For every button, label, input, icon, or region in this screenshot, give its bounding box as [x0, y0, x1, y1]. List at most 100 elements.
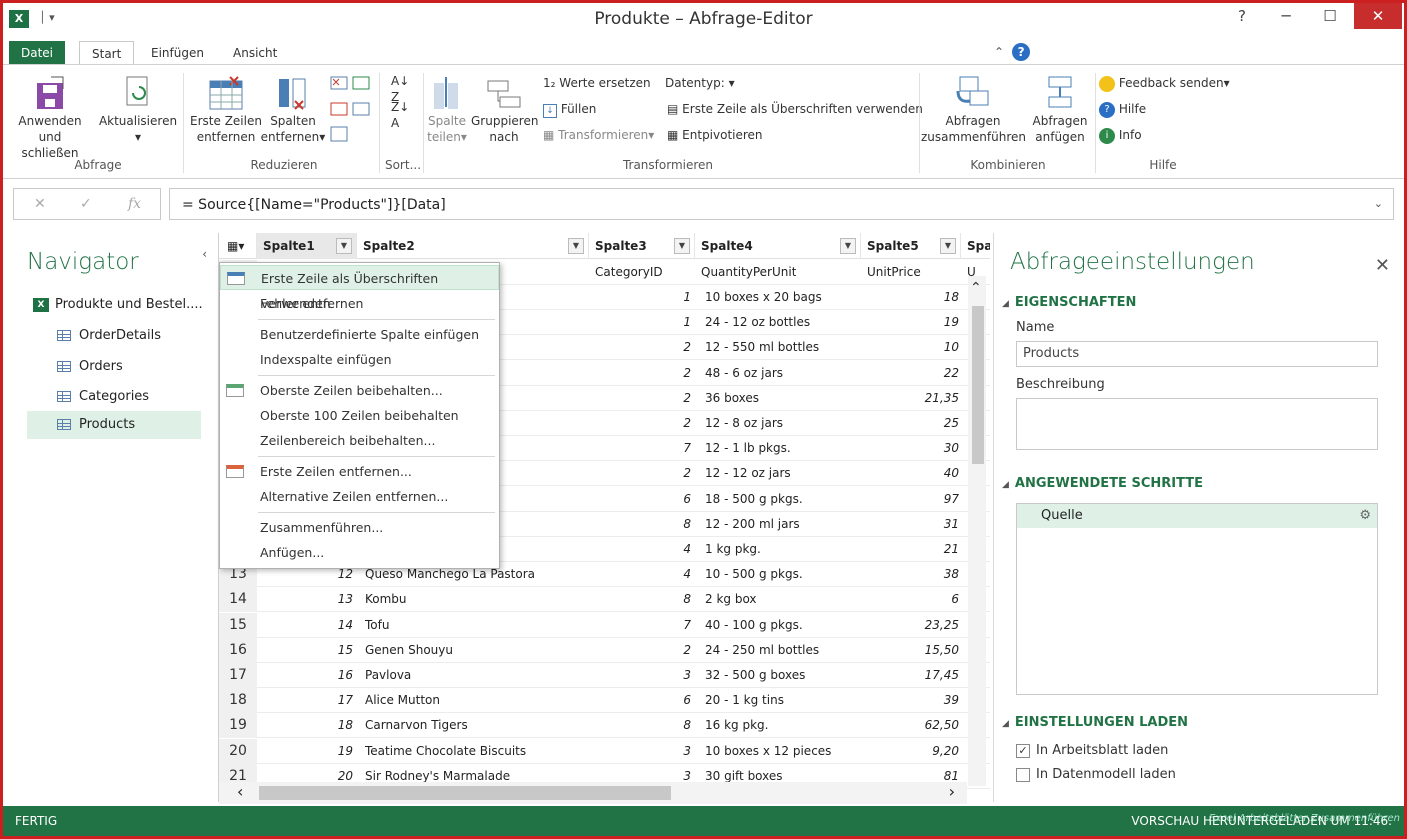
cell[interactable]: 40 — [867, 461, 963, 486]
applied-steps-section[interactable]: ◢ ANGEWENDETE SCHRITTE — [1002, 476, 1203, 491]
cell[interactable]: 15 — [257, 638, 357, 663]
feedback-button[interactable]: Feedback senden▾ — [1099, 75, 1230, 92]
menu-item-remove-errors[interactable]: Fehler entfernen — [220, 291, 499, 316]
properties-section[interactable]: ◢ EIGENSCHAFTEN — [1002, 295, 1136, 310]
chevron-down-icon[interactable]: ⌄ — [1374, 197, 1383, 210]
cell[interactable]: 8 — [595, 512, 695, 537]
cell[interactable]: UnitPrice — [867, 260, 921, 285]
cell[interactable]: 2 kg box — [701, 587, 861, 612]
formula-input[interactable]: = Source{[Name="Products"]}[Data] ⌄ — [169, 188, 1394, 220]
menu-item-keep-range[interactable]: Zeilenbereich beibehalten... — [220, 428, 499, 453]
cell[interactable]: 4 — [595, 562, 695, 587]
navigator-item-products[interactable]: Products — [27, 411, 201, 439]
help-icon[interactable]: ? — [1012, 43, 1031, 61]
menu-item-index-column[interactable]: Indexspalte einfügen — [220, 347, 499, 372]
close-settings-icon[interactable]: ✕ — [1375, 255, 1390, 276]
cell[interactable]: Carnarvon Tigers — [361, 713, 589, 738]
replace-values-button[interactable]: 1₂ Werte ersetzen — [543, 75, 651, 91]
row-number[interactable]: 16 — [219, 637, 257, 663]
cell[interactable]: 17 — [257, 688, 357, 713]
cell[interactable]: 1 kg pkg. — [701, 537, 861, 562]
navigator-item-orderdetails[interactable]: OrderDetails — [57, 322, 161, 350]
transform-button[interactable]: ▦ Transformieren▾ — [543, 127, 654, 143]
collapse-navigator-icon[interactable]: ‹ — [202, 247, 207, 261]
cell[interactable]: 24 - 250 ml bottles — [701, 638, 861, 663]
applied-step-source[interactable]: Quelle ⚙ — [1017, 504, 1377, 528]
cell[interactable]: Pavlova — [361, 663, 589, 688]
cell[interactable]: 12 - 8 oz jars — [701, 411, 861, 436]
cell[interactable]: QuantityPerUnit — [701, 260, 796, 285]
data-type-dropdown[interactable]: Datentyp: ▾ — [665, 75, 735, 91]
refresh-button[interactable]: Aktualisieren ▾ — [95, 75, 181, 145]
cell[interactable]: 4 — [595, 537, 695, 562]
gear-icon[interactable]: ⚙ — [1359, 504, 1371, 528]
cell[interactable]: 2 — [595, 461, 695, 486]
cell[interactable]: 39 — [867, 688, 963, 713]
description-field[interactable] — [1016, 398, 1378, 450]
cell[interactable]: 22 — [867, 361, 963, 386]
cell[interactable]: Alice Mutton — [361, 688, 589, 713]
row-number[interactable]: 14 — [219, 587, 257, 613]
menu-item-first-row-headers[interactable]: Erste Zeile als Überschriften verwenden — [220, 265, 499, 311]
close-button[interactable]: ✕ — [1354, 3, 1402, 29]
navigator-workbook[interactable]: X Produkte und Bestel.... — [33, 291, 203, 319]
fill-button[interactable]: ↓ Füllen — [543, 101, 596, 118]
collapse-ribbon-icon[interactable]: ⌃ — [994, 45, 1004, 59]
cell[interactable]: 6 — [595, 688, 695, 713]
cell[interactable]: 31 — [867, 512, 963, 537]
cell[interactable]: 19 — [867, 310, 963, 335]
menu-item-remove-top-rows[interactable]: Erste Zeilen entfernen... — [220, 459, 499, 484]
cell[interactable]: 15,50 — [867, 638, 963, 663]
maximize-button[interactable]: ☐ — [1310, 3, 1350, 29]
cell[interactable]: 25 — [867, 411, 963, 436]
cell[interactable]: 16 kg pkg. — [701, 713, 861, 738]
name-field[interactable]: Products — [1016, 341, 1378, 367]
cell[interactable]: 2 — [595, 638, 695, 663]
filter-dropdown-icon[interactable]: ▼ — [568, 238, 584, 254]
cell[interactable]: 3 — [595, 739, 695, 764]
filter-dropdown-icon[interactable]: ▼ — [940, 238, 956, 254]
cell[interactable]: 48 - 6 oz jars — [701, 361, 861, 386]
cell[interactable]: 6 — [867, 587, 963, 612]
cell[interactable]: 97 — [867, 487, 963, 512]
apply-close-button[interactable]: Anwenden und schließen — [9, 75, 91, 161]
scroll-left-icon[interactable]: ‹ — [237, 782, 243, 801]
menu-item-custom-column[interactable]: Benutzerdefinierte Spalte einfügen — [220, 322, 499, 347]
cell[interactable]: 1 — [595, 285, 695, 310]
column-header-spalte1[interactable]: Spalte1 ▼ — [257, 233, 357, 259]
cell[interactable]: 9,20 — [867, 739, 963, 764]
help-window-button[interactable]: ? — [1222, 3, 1262, 29]
cell[interactable]: 3 — [595, 663, 695, 688]
filter-dropdown-icon[interactable]: ▼ — [336, 238, 352, 254]
cell[interactable]: 12 - 550 ml bottles — [701, 335, 861, 360]
cell[interactable]: 12 - 200 ml jars — [701, 512, 861, 537]
cell[interactable]: 32 - 500 g boxes — [701, 663, 861, 688]
navigator-item-orders[interactable]: Orders — [57, 353, 123, 381]
cell[interactable]: 10 boxes x 20 bags — [701, 285, 861, 310]
tab-insert[interactable]: Einfügen — [139, 41, 216, 65]
load-to-worksheet-checkbox[interactable]: ✓ In Arbeitsblatt laden — [1016, 743, 1168, 758]
tab-file[interactable]: Datei — [9, 41, 66, 65]
scroll-thumb[interactable] — [972, 306, 984, 464]
navigator-item-categories[interactable]: Categories — [57, 383, 149, 411]
cell[interactable]: 7 — [595, 613, 695, 638]
sort-desc-icon[interactable]: Z↓ A — [391, 99, 409, 131]
cell[interactable]: 38 — [867, 562, 963, 587]
cell[interactable]: 8 — [595, 713, 695, 738]
row-number[interactable]: 15 — [219, 612, 257, 638]
cell[interactable]: Tofu — [361, 613, 589, 638]
column-header-spalte6[interactable]: Spal — [961, 233, 990, 259]
cell[interactable]: Teatime Chocolate Biscuits — [361, 739, 589, 764]
menu-item-keep-top-100[interactable]: Oberste 100 Zeilen beibehalten — [220, 403, 499, 428]
cell[interactable]: 19 — [257, 739, 357, 764]
cell[interactable]: 1 — [595, 310, 695, 335]
cell[interactable]: 10 - 500 g pkgs. — [701, 562, 861, 587]
cell[interactable]: 20 - 1 kg tins — [701, 688, 861, 713]
cell[interactable]: CategoryID — [595, 260, 663, 285]
cell[interactable]: 18 — [257, 713, 357, 738]
cell[interactable]: 21,35 — [867, 386, 963, 411]
help-button[interactable]: ? Hilfe — [1099, 101, 1146, 118]
cell[interactable]: 10 — [867, 335, 963, 360]
merge-queries-button[interactable]: Abfragen zusammenführen — [921, 75, 1026, 145]
scroll-thumb[interactable] — [259, 786, 671, 800]
